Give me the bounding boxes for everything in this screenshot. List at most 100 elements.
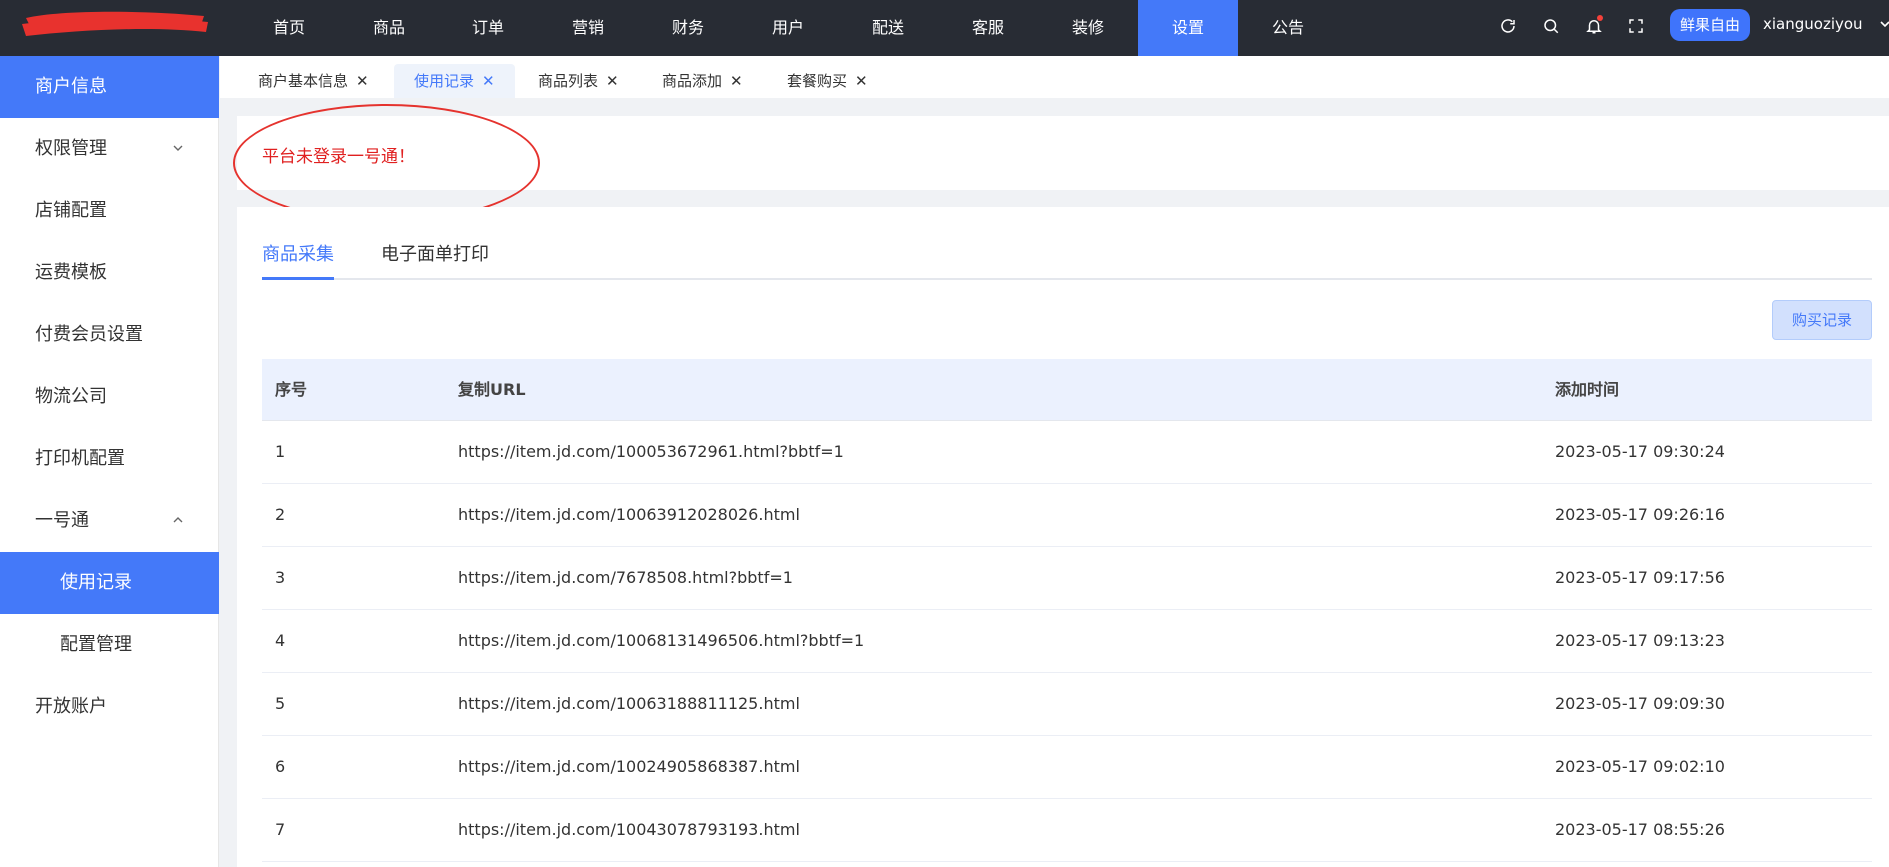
sidebar-item-paid-membership[interactable]: 付费会员设置 <box>0 304 219 366</box>
cell-index: 3 <box>275 568 286 587</box>
topnav-delivery[interactable]: 配送 <box>838 0 938 56</box>
cell-time: 2023-05-17 09:02:10 <box>1555 757 1725 776</box>
close-icon[interactable]: ✕ <box>356 64 369 98</box>
cell-index: 7 <box>275 820 286 839</box>
table-header: 序号 复制URL 添加时间 <box>262 359 1872 421</box>
cell-time: 2023-05-17 09:13:23 <box>1555 631 1725 650</box>
records-table: 序号 复制URL 添加时间 1 https://item.jd.com/1000… <box>262 359 1872 862</box>
purchase-records-button[interactable]: 购买记录 <box>1772 300 1872 340</box>
sidebar-item-printer-config[interactable]: 打印机配置 <box>0 428 219 490</box>
fullscreen-icon[interactable] <box>1624 14 1648 38</box>
cell-url: https://item.jd.com/10043078793193.html <box>458 820 800 839</box>
sidebar-item-label: 开放账户 <box>35 696 107 717</box>
subtab-e-waybill-print[interactable]: 电子面单打印 <box>381 240 489 280</box>
redacted-logo <box>22 11 208 36</box>
sidebar-item-label: 物流公司 <box>35 386 107 407</box>
sidebar-item-label: 配置管理 <box>60 634 132 655</box>
sidebar-item-label: 一号通 <box>35 510 89 531</box>
topnav-products[interactable]: 商品 <box>339 0 439 56</box>
table-row: 7 https://item.jd.com/10043078793193.htm… <box>262 799 1872 862</box>
close-icon[interactable]: ✕ <box>606 64 619 98</box>
alert-card: 平台未登录一号通！ <box>237 116 1889 190</box>
header-added-time: 添加时间 <box>1555 380 1620 399</box>
username: xianguoziyou <box>1763 15 1863 33</box>
cell-index: 1 <box>275 442 286 461</box>
cell-index: 2 <box>275 505 286 524</box>
topnav-finance[interactable]: 财务 <box>638 0 738 56</box>
cell-time: 2023-05-17 08:55:26 <box>1555 820 1725 839</box>
topnav-decoration[interactable]: 装修 <box>1038 0 1138 56</box>
tab-package-purchase[interactable]: 套餐购买 ✕ <box>767 64 888 98</box>
store-brand-button[interactable]: 鲜果自由 <box>1670 9 1750 41</box>
top-navigation-bar: 首页 商品 订单 营销 财务 用户 配送 客服 装修 设置 公告 鲜果自由 xi… <box>0 0 1889 56</box>
table-row: 6 https://item.jd.com/10024905868387.htm… <box>262 736 1872 799</box>
sidebar-item-open-account[interactable]: 开放账户 <box>0 676 219 738</box>
cell-time: 2023-05-17 09:30:24 <box>1555 442 1725 461</box>
user-menu[interactable]: xianguoziyou <box>1763 0 1889 48</box>
tab-label: 商品列表 <box>538 72 599 90</box>
cell-time: 2023-05-17 09:09:30 <box>1555 694 1725 713</box>
chevron-up-icon <box>173 517 183 523</box>
sidebar-item-label: 权限管理 <box>35 138 107 159</box>
tab-product-list[interactable]: 商品列表 ✕ <box>518 64 639 98</box>
table-row: 2 https://item.jd.com/10063912028026.htm… <box>262 484 1872 547</box>
sidebar-item-yihaotong[interactable]: 一号通 <box>0 490 219 552</box>
sidebar-item-config-management[interactable]: 配置管理 <box>0 614 219 676</box>
cell-url: https://item.jd.com/10063912028026.html <box>458 505 800 524</box>
cell-url: https://item.jd.com/10063188811125.html <box>458 694 800 713</box>
page-tabs-bar: 商户基本信息 ✕ 使用记录 ✕ 商品列表 ✕ 商品添加 ✕ 套餐购买 ✕ <box>220 56 1889 98</box>
sidebar-item-shipping-template[interactable]: 运费模板 <box>0 242 219 304</box>
tab-merchant-basic-info[interactable]: 商户基本信息 ✕ <box>238 64 389 98</box>
cell-index: 4 <box>275 631 286 650</box>
header-index: 序号 <box>275 380 308 399</box>
record-type-tabs: 商品采集 电子面单打印 <box>262 240 1872 280</box>
topnav-marketing[interactable]: 营销 <box>538 0 638 56</box>
sidebar-item-store-config[interactable]: 店铺配置 <box>0 180 219 242</box>
sidebar-item-label: 打印机配置 <box>35 448 125 469</box>
sidebar-item-logistics[interactable]: 物流公司 <box>0 366 219 428</box>
search-icon[interactable] <box>1539 14 1563 38</box>
sidebar-item-merchant-info[interactable]: 商户信息 <box>0 56 219 118</box>
sidebar-item-label: 商户信息 <box>35 76 107 97</box>
topnav-announcement[interactable]: 公告 <box>1238 0 1338 56</box>
tab-label: 使用记录 <box>414 72 475 90</box>
usage-records-card: 商品采集 电子面单打印 购买记录 序号 复制URL 添加时间 1 https:/… <box>237 207 1889 867</box>
sidebar-item-label: 付费会员设置 <box>35 324 143 345</box>
cell-url: https://item.jd.com/100053672961.html?bb… <box>458 442 844 461</box>
notification-dot <box>1597 15 1603 21</box>
tab-product-add[interactable]: 商品添加 ✕ <box>642 64 763 98</box>
header-url: 复制URL <box>458 380 526 399</box>
refresh-icon[interactable] <box>1496 14 1520 38</box>
cell-url: https://item.jd.com/10024905868387.html <box>458 757 800 776</box>
subtab-product-collection[interactable]: 商品采集 <box>262 240 334 280</box>
topnav-settings[interactable]: 设置 <box>1138 0 1238 56</box>
table-row: 3 https://item.jd.com/7678508.html?bbtf=… <box>262 547 1872 610</box>
tab-usage-records[interactable]: 使用记录 ✕ <box>394 64 515 98</box>
sidebar-item-label: 店铺配置 <box>35 200 107 221</box>
close-icon[interactable]: ✕ <box>482 64 495 98</box>
table-row: 1 https://item.jd.com/100053672961.html?… <box>262 421 1872 484</box>
cell-url: https://item.jd.com/7678508.html?bbtf=1 <box>458 568 793 587</box>
bell-icon[interactable] <box>1582 14 1606 38</box>
close-icon[interactable]: ✕ <box>730 64 743 98</box>
chevron-down-icon <box>173 145 183 151</box>
tab-label: 套餐购买 <box>787 72 848 90</box>
cell-index: 5 <box>275 694 286 713</box>
cell-index: 6 <box>275 757 286 776</box>
topnav-customer-service[interactable]: 客服 <box>938 0 1038 56</box>
cell-time: 2023-05-17 09:26:16 <box>1555 505 1725 524</box>
table-row: 5 https://item.jd.com/10063188811125.htm… <box>262 673 1872 736</box>
sidebar-item-label: 使用记录 <box>60 572 132 593</box>
cell-time: 2023-05-17 09:17:56 <box>1555 568 1725 587</box>
sidebar-item-label: 运费模板 <box>35 262 107 283</box>
close-icon[interactable]: ✕ <box>855 64 868 98</box>
sidebar-item-usage-records[interactable]: 使用记录 <box>0 552 219 614</box>
tab-label: 商户基本信息 <box>258 72 349 90</box>
cell-url: https://item.jd.com/10068131496506.html?… <box>458 631 865 650</box>
topnav-users[interactable]: 用户 <box>738 0 838 56</box>
login-warning-text: 平台未登录一号通！ <box>262 147 415 167</box>
topnav-orders[interactable]: 订单 <box>438 0 538 56</box>
sidebar-item-permissions[interactable]: 权限管理 <box>0 118 219 180</box>
tab-label: 商品添加 <box>662 72 723 90</box>
topnav-home[interactable]: 首页 <box>239 0 339 56</box>
